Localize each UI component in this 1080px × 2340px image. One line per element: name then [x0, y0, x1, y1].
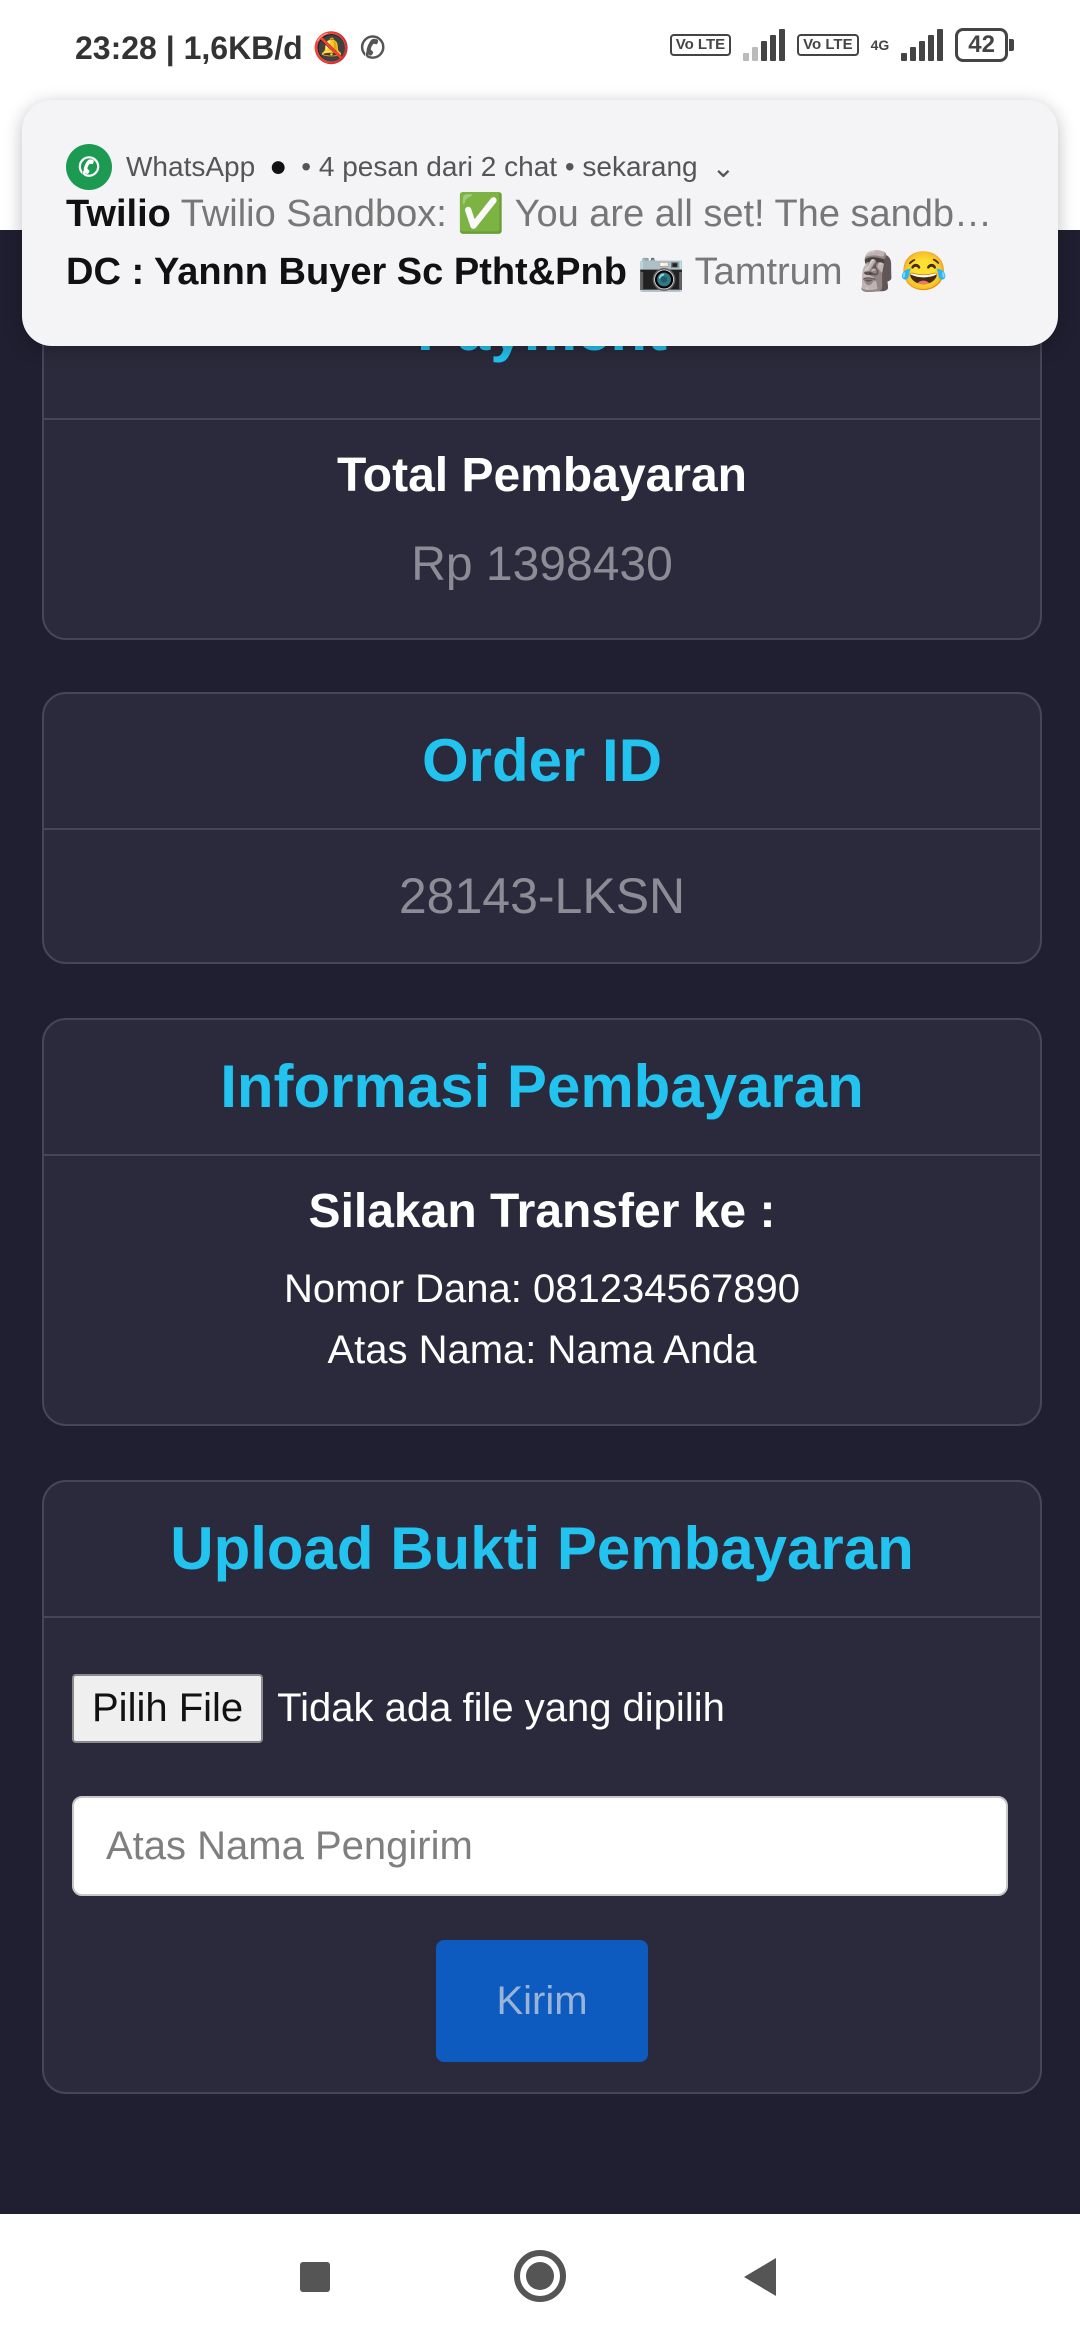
- total-value: Rp 1398430: [411, 538, 673, 591]
- submit-button[interactable]: Kirim: [436, 1940, 648, 2062]
- mute-bell-icon: 🔕: [312, 32, 351, 65]
- expand-chevron-icon[interactable]: ⌄: [712, 151, 735, 184]
- file-status: Tidak ada file yang dipilih: [277, 1686, 725, 1730]
- total-label: Total Pembayaran: [337, 449, 747, 502]
- account-name: Atas Nama: Nama Anda: [327, 1328, 757, 1372]
- order-card: Order ID 28143-LKSN: [42, 692, 1042, 964]
- network-type: 4G: [870, 37, 890, 53]
- signal-icon: [743, 29, 786, 61]
- notification-sender-2: DC : Yannn Buyer Sc Ptht&Pnb: [66, 251, 627, 293]
- order-title: Order ID: [44, 694, 1040, 830]
- clock-and-speed: 23:28 | 1,6KB/d: [75, 30, 303, 66]
- upload-form: Pilih File Tidak ada file yang dipilih K…: [44, 1618, 1040, 2088]
- order-id-value: 28143-LKSN: [398, 868, 686, 924]
- signal-icon: [901, 29, 944, 61]
- back-icon[interactable]: [744, 2258, 776, 2296]
- whatsapp-status-icon: ✆: [360, 32, 386, 65]
- upload-title: Upload Bukti Pembayaran: [44, 1482, 1040, 1618]
- choose-file-button[interactable]: Pilih File: [72, 1674, 264, 1743]
- status-right: Vo LTE Vo LTE 4G 42: [669, 28, 1014, 62]
- notification-text-1: Twilio Sandbox: ✅ You are all set! The s…: [180, 193, 993, 235]
- notification-sender-1: Twilio: [66, 193, 171, 235]
- whatsapp-logo-icon: ✆: [66, 144, 112, 190]
- volte-icon: Vo LTE: [797, 34, 859, 56]
- volte-icon: Vo LTE: [669, 34, 732, 56]
- payment-info-card: Informasi Pembayaran Silakan Transfer ke…: [42, 1018, 1042, 1426]
- whatsapp-notification[interactable]: ✆ WhatsApp ● • 4 pesan dari 2 chat • sek…: [22, 100, 1058, 346]
- notification-text-2: 📷 Tamtrum 🗿😂: [637, 251, 948, 293]
- home-button-icon[interactable]: [514, 2250, 566, 2302]
- upload-card: Upload Bukti Pembayaran Pilih File Tidak…: [42, 1480, 1042, 2094]
- dana-number: Nomor Dana: 081234567890: [284, 1267, 800, 1311]
- status-bar: 23:28 | 1,6KB/d 🔕 ✆ Vo LTE Vo LTE 4G 42: [0, 0, 1080, 98]
- notification-line-1: Twilio Twilio Sandbox: ✅ You are all set…: [66, 192, 1026, 236]
- notification-line-2: DC : Yannn Buyer Sc Ptht&Pnb 📷 Tamtrum 🗿…: [66, 250, 1026, 294]
- notification-app-name: WhatsApp: [126, 151, 256, 182]
- battery-icon: 42: [955, 28, 1014, 62]
- payment-info-body: Silakan Transfer ke : Nomor Dana: 081234…: [44, 1184, 1040, 1373]
- transfer-label: Silakan Transfer ke :: [308, 1185, 776, 1238]
- notification-meta: • 4 pesan dari 2 chat • sekarang: [301, 151, 698, 182]
- notification-header: ✆ WhatsApp ● • 4 pesan dari 2 chat • sek…: [66, 144, 735, 190]
- order-body: 28143-LKSN: [44, 830, 1040, 962]
- navigation-bar: [0, 2214, 1080, 2340]
- file-picker: Pilih File Tidak ada file yang dipilih: [72, 1674, 725, 1743]
- status-left: 23:28 | 1,6KB/d 🔕 ✆: [75, 30, 385, 67]
- payment-info-title: Informasi Pembayaran: [44, 1020, 1040, 1156]
- payment-body: Total Pembayaran Rp 1398430: [44, 448, 1040, 592]
- sender-name-input[interactable]: [72, 1796, 1008, 1896]
- recent-apps-icon[interactable]: [300, 2262, 330, 2292]
- chat-bubbles-icon: ●: [269, 150, 288, 183]
